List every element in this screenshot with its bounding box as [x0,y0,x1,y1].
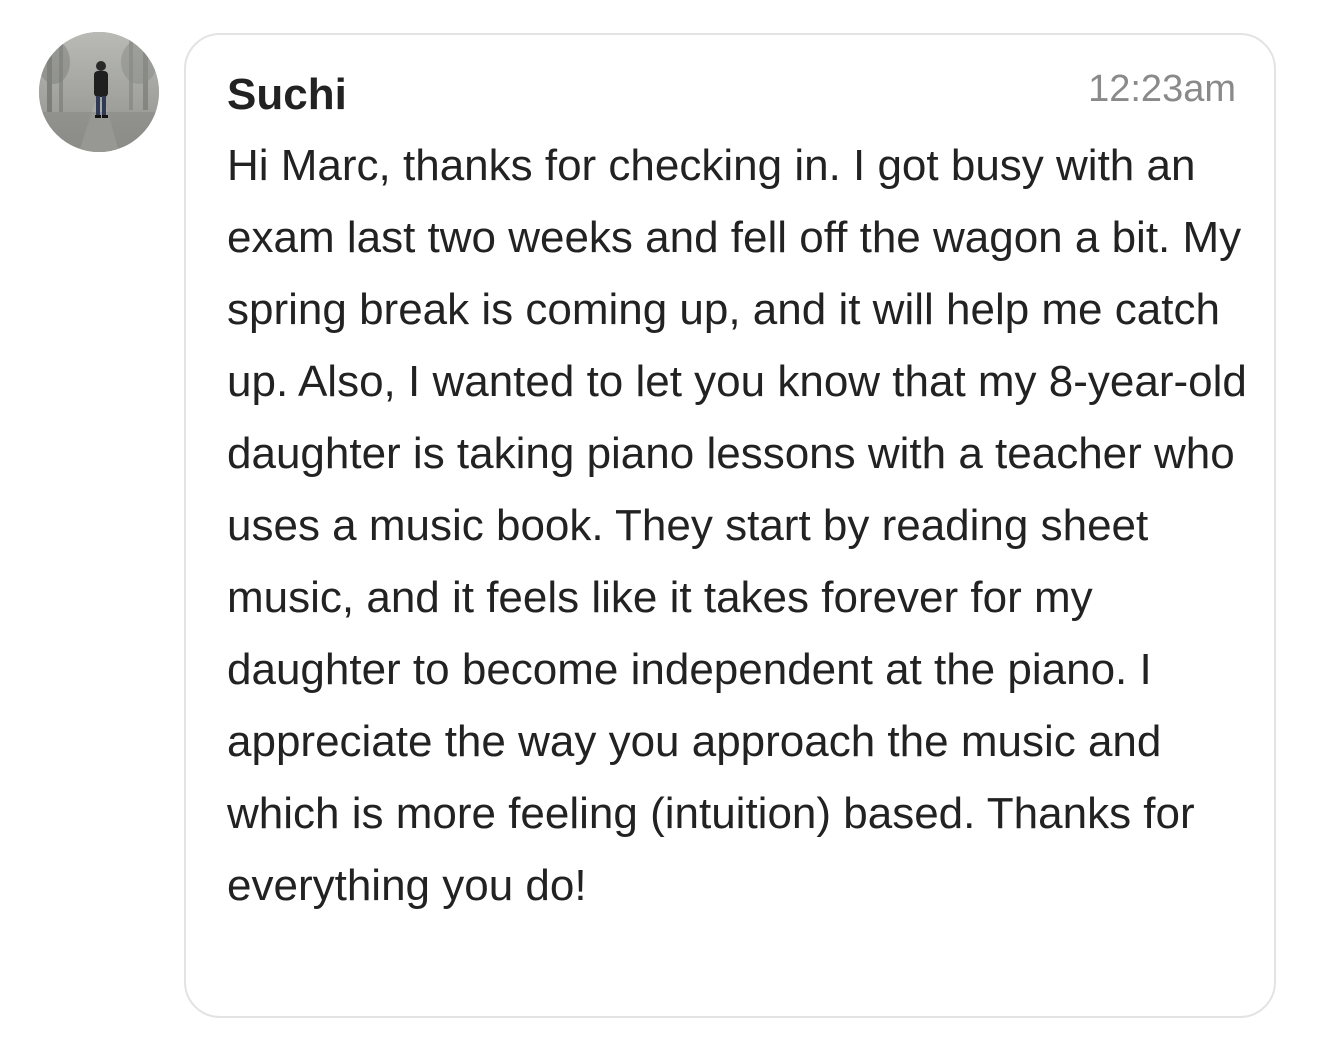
message-bubble[interactable]: Suchi 12:23am Hi Marc, thanks for checki… [184,33,1276,1018]
avatar[interactable] [39,32,159,152]
message-text: Hi Marc, thanks for checking in. I got b… [227,141,1247,910]
message-timestamp: 12:23am [1088,68,1236,110]
profile-photo-icon [39,32,159,152]
sender-name[interactable]: Suchi [227,69,347,121]
